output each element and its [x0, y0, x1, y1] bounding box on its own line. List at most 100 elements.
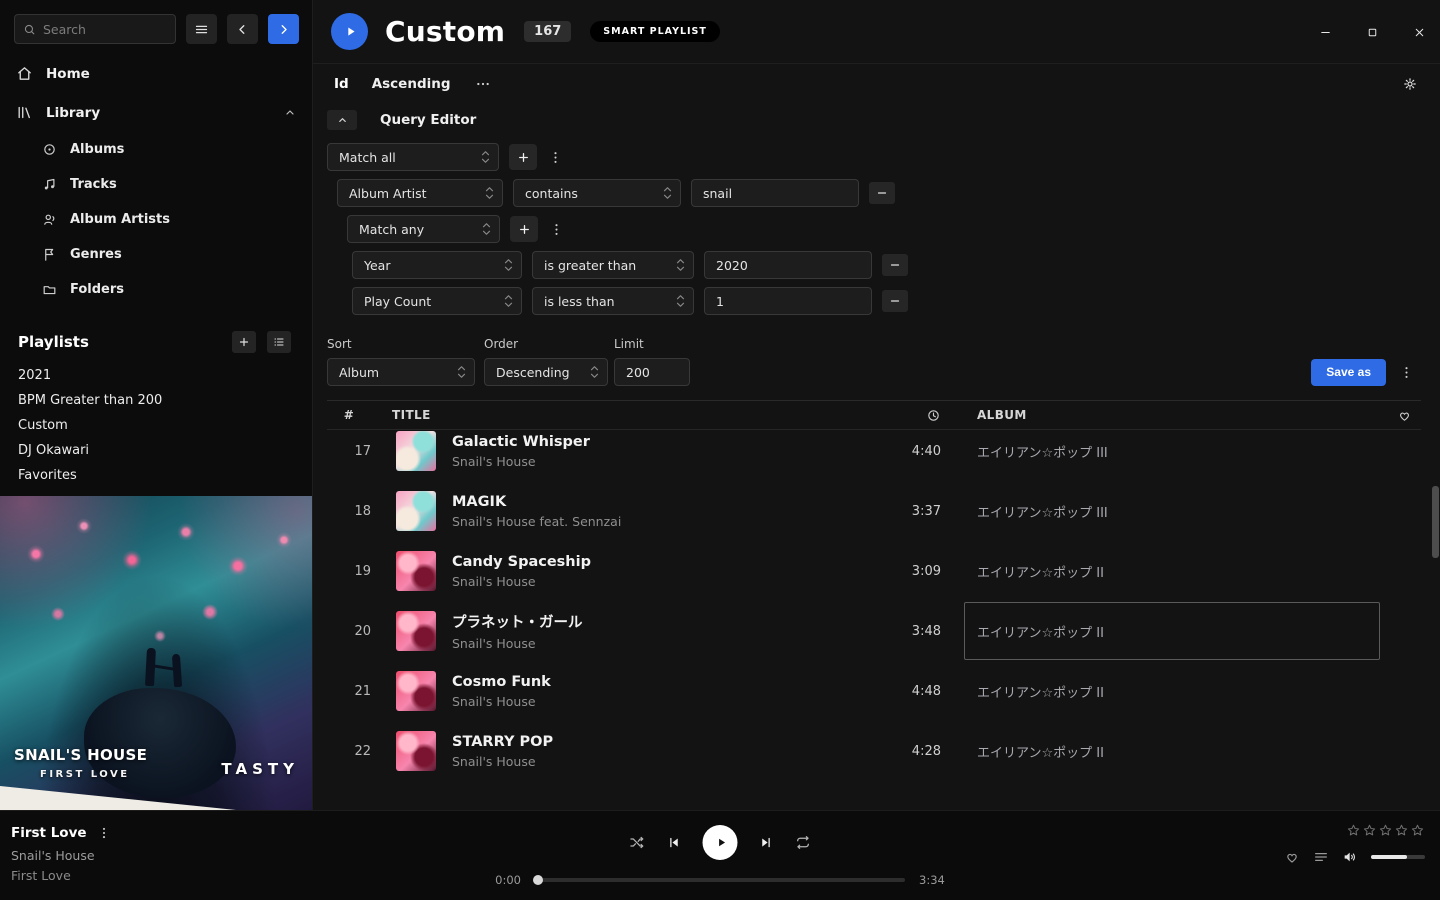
- remove-rule-button[interactable]: [869, 182, 895, 204]
- play-pause-button[interactable]: [703, 825, 738, 860]
- rule-operator-dropdown[interactable]: is greater than: [532, 251, 694, 279]
- rating-star-icon[interactable]: [1378, 823, 1393, 838]
- play-playlist-button[interactable]: [331, 13, 368, 50]
- sidebar-item-folders[interactable]: Folders: [0, 272, 312, 307]
- playlist-item[interactable]: DJ Okawari: [0, 438, 312, 463]
- nav-back-button[interactable]: [227, 14, 258, 44]
- track-duration: 3:48: [871, 624, 941, 639]
- remove-rule-button[interactable]: [882, 254, 908, 276]
- next-button[interactable]: [759, 835, 774, 850]
- match-type-dropdown[interactable]: Match any: [347, 215, 500, 243]
- playlist-list-button[interactable]: [267, 331, 291, 353]
- search-box[interactable]: [14, 14, 176, 44]
- list-icon: [273, 336, 285, 348]
- search-input[interactable]: [43, 22, 167, 37]
- rating-stars: [1346, 823, 1425, 838]
- collapse-icon[interactable]: [284, 107, 296, 119]
- playlist-item[interactable]: Custom: [0, 413, 312, 438]
- add-rule-button[interactable]: [509, 144, 537, 170]
- now-playing-album[interactable]: First Love: [11, 868, 111, 883]
- app-window: Home Library Albums Tracks Album Artists…: [0, 0, 1440, 900]
- scrollbar-thumb[interactable]: [1432, 486, 1439, 558]
- album-cell[interactable]: エイリアン☆ポップ II: [977, 721, 1377, 781]
- sidebar-item-albums[interactable]: Albums: [0, 132, 312, 167]
- column-title[interactable]: TITLE: [371, 408, 871, 422]
- rating-star-icon[interactable]: [1410, 823, 1425, 838]
- save-options-button[interactable]: [1398, 359, 1414, 385]
- shuffle-button[interactable]: [629, 834, 646, 851]
- rule-value-input[interactable]: [704, 251, 872, 279]
- previous-button[interactable]: [667, 835, 682, 850]
- order-dropdown[interactable]: Descending: [484, 358, 608, 386]
- now-playing-artist[interactable]: Snail's House: [11, 848, 111, 863]
- rule-operator-dropdown[interactable]: is less than: [532, 287, 694, 315]
- sidebar-item-library[interactable]: Library: [0, 93, 312, 132]
- playlist-item[interactable]: 2021: [0, 363, 312, 388]
- table-row[interactable]: 19 Candy Spaceship Snail's House 3:09 エイ…: [327, 541, 1421, 601]
- sidebar-item-tracks[interactable]: Tracks: [0, 167, 312, 202]
- query-editor-collapse-button[interactable]: [327, 110, 357, 130]
- previous-icon: [667, 835, 682, 850]
- sort-direction-button[interactable]: Ascending: [372, 76, 451, 92]
- now-playing-cover-art[interactable]: SNAIL'S HOUSE FIRST LOVE TASTY: [0, 496, 313, 810]
- sort-field-button[interactable]: Id: [334, 76, 349, 92]
- more-options-button[interactable]: [475, 76, 491, 92]
- rule-value-input[interactable]: [691, 179, 859, 207]
- table-row[interactable]: 20 プラネット・ガール Snail's House 3:48 エイリアン☆ポッ…: [327, 601, 1421, 661]
- album-cell[interactable]: エイリアン☆ポップ II: [977, 661, 1377, 721]
- rule-operator-dropdown[interactable]: contains: [513, 179, 681, 207]
- column-duration[interactable]: [926, 408, 941, 423]
- sidebar-item-home[interactable]: Home: [0, 54, 312, 93]
- limit-input[interactable]: [614, 358, 690, 386]
- progress-knob[interactable]: [533, 875, 543, 885]
- group-options-button[interactable]: [547, 144, 563, 170]
- column-index[interactable]: #: [327, 408, 371, 422]
- column-album[interactable]: ALBUM: [977, 408, 1377, 422]
- remove-rule-button[interactable]: [882, 290, 908, 312]
- volume-button[interactable]: [1342, 849, 1358, 865]
- add-rule-button[interactable]: [510, 216, 538, 242]
- rule-field-dropdown[interactable]: Play Count: [352, 287, 522, 315]
- rating-star-icon[interactable]: [1346, 823, 1361, 838]
- sidebar-item-album-artists[interactable]: Album Artists: [0, 202, 312, 237]
- maximize-button[interactable]: [1363, 23, 1381, 41]
- table-row[interactable]: 17 Galactic Whisper Snail's House 4:40 エ…: [327, 430, 1421, 481]
- album-cell-selected[interactable]: エイリアン☆ポップ II: [977, 601, 1377, 661]
- minimize-button[interactable]: [1316, 23, 1334, 41]
- rating-star-icon[interactable]: [1394, 823, 1409, 838]
- rule-field-dropdown[interactable]: Album Artist: [337, 179, 503, 207]
- now-playing-menu-button[interactable]: [97, 826, 111, 840]
- settings-button[interactable]: [1402, 76, 1418, 92]
- volume-slider[interactable]: [1371, 855, 1425, 859]
- album-cell[interactable]: エイリアン☆ポップ III: [977, 430, 1377, 481]
- repeat-icon: [795, 834, 812, 851]
- rule-value-input[interactable]: [704, 287, 872, 315]
- playlist-item[interactable]: BPM Greater than 200: [0, 388, 312, 413]
- playlist-item[interactable]: Favorites: [0, 463, 312, 488]
- sidebar-item-genres[interactable]: Genres: [0, 237, 312, 272]
- repeat-button[interactable]: [795, 834, 812, 851]
- favorite-button[interactable]: [1284, 849, 1300, 865]
- queue-button[interactable]: [1313, 849, 1329, 865]
- close-button[interactable]: [1410, 23, 1428, 41]
- album-art-thumbnail: [396, 491, 436, 531]
- progress-slider[interactable]: [535, 878, 905, 882]
- table-row[interactable]: 22 STARRY POP Snail's House 4:28 エイリアン☆ポ…: [327, 721, 1421, 781]
- column-favorite[interactable]: [1397, 408, 1412, 423]
- album-cell[interactable]: エイリアン☆ポップ II: [977, 541, 1377, 601]
- match-type-dropdown[interactable]: Match all: [327, 143, 499, 171]
- nav-forward-button[interactable]: [268, 14, 299, 44]
- query-rule: Year is greater than: [352, 251, 1440, 279]
- add-playlist-button[interactable]: [232, 331, 256, 353]
- table-row[interactable]: 18 MAGIK Snail's House feat. Sennzai 3:3…: [327, 481, 1421, 541]
- group-options-button[interactable]: [548, 216, 564, 242]
- album-cell[interactable]: エイリアン☆ポップ III: [977, 481, 1377, 541]
- save-as-button[interactable]: Save as: [1311, 359, 1386, 386]
- duration-icon: [926, 408, 941, 423]
- menu-button[interactable]: [186, 14, 217, 44]
- sort-dropdown[interactable]: Album: [327, 358, 475, 386]
- rating-star-icon[interactable]: [1362, 823, 1377, 838]
- settings-icon: [1402, 76, 1418, 92]
- rule-field-dropdown[interactable]: Year: [352, 251, 522, 279]
- table-row[interactable]: 21 Cosmo Funk Snail's House 4:48 エイリアン☆ポ…: [327, 661, 1421, 721]
